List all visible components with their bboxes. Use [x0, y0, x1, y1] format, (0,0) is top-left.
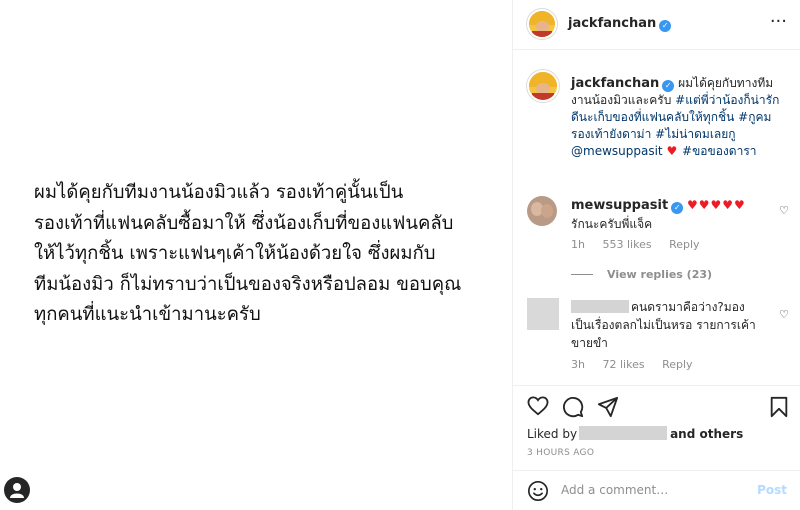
post-timestamp[interactable]: 3 HOURS AGO [527, 448, 594, 458]
post-actions: Liked by and others 3 HOURS AGO [513, 385, 800, 460]
comment-likes[interactable]: 553 likes [602, 238, 651, 251]
post-header: jackfanchan ✓ ··· [513, 0, 800, 50]
tagged-user-button[interactable] [4, 477, 30, 503]
comment-text: mewsuppasit ✓ ♥♥♥♥♥ รักนะครับพี่แจ็ค [571, 196, 771, 233]
comment-meta: 3h 72 likes Reply [571, 358, 707, 371]
view-replies-label[interactable]: View replies (23) [607, 268, 712, 281]
add-comment-bar: Add a comment… Post [513, 470, 800, 510]
comment-item: mewsuppasit ✓ ♥♥♥♥♥ รักนะครับพี่แจ็ค ♡ 1h… [527, 196, 797, 256]
caption-avatar[interactable] [527, 70, 559, 102]
post-text-body: ผมได้คุยกับทีมงานน้องมิวแล้ว รองเท้าคู่น… [34, 182, 462, 325]
heart-icon[interactable] [527, 396, 549, 416]
comment-meta: 1h 553 likes Reply [571, 238, 714, 251]
red-heart-emoji: ♥ [666, 144, 679, 158]
emoji-icon[interactable] [527, 480, 549, 502]
comment-avatar[interactable] [527, 196, 557, 226]
verified-badge-icon: ✓ [659, 20, 672, 32]
verified-badge-icon: ✓ [671, 202, 684, 214]
more-icon[interactable]: ··· [770, 13, 787, 31]
caption-text: jackfanchan ✓ ผมได้คุยกับทางทีมงานน้องมิว… [571, 75, 781, 160]
share-icon[interactable] [597, 396, 619, 418]
liked-by: Liked by and others [527, 426, 743, 441]
caption-username[interactable]: jackfanchan [571, 76, 659, 91]
liked-by-label: Liked by [527, 427, 578, 441]
comment-body: รักนะครับพี่แจ็ค [571, 217, 653, 231]
comment-body-rest: เป็นเรื่องตลกไม่เป็นหรอ รายการเค้าขายขำ [571, 318, 756, 350]
author-avatar[interactable] [527, 9, 557, 39]
author-username[interactable]: jackfanchan ✓ [568, 16, 672, 32]
author-username-text[interactable]: jackfanchan [568, 16, 656, 31]
comment-like-heart-icon[interactable]: ♡ [779, 204, 789, 217]
comment-icon[interactable] [562, 396, 584, 418]
comment-reply-button[interactable]: Reply [669, 238, 699, 251]
post-text: ผมได้คุยกับทีมงานน้องมิวแล้ว รองเท้าคู่น… [34, 178, 494, 331]
comment-time[interactable]: 1h [571, 238, 585, 251]
redacted-liker [579, 426, 668, 440]
and-others-link[interactable]: and others [670, 427, 743, 441]
mention-link[interactable]: @mewsuppasit [571, 144, 663, 158]
comment-reply-button[interactable]: Reply [662, 358, 692, 371]
post-comment-button[interactable]: Post [757, 483, 787, 497]
comment-like-heart-icon[interactable]: ♡ [779, 308, 789, 321]
hashtag-link[interactable]: #ไม่น่าดมเลยกู [655, 127, 735, 141]
comment-username[interactable]: mewsuppasit [571, 198, 668, 213]
comment-body: คนดรามาคือว่าง?มอง [631, 300, 745, 314]
comment-input[interactable]: Add a comment… [561, 483, 668, 497]
view-replies-button[interactable]: View replies (23) [571, 268, 712, 281]
comment-likes[interactable]: 72 likes [602, 358, 644, 371]
bookmark-icon[interactable] [769, 396, 789, 418]
redacted-avatar [527, 298, 559, 330]
verified-badge-icon: ✓ [662, 80, 675, 92]
hashtag-link[interactable]: #ขอของดารา [682, 144, 756, 158]
redacted-username [571, 300, 629, 313]
post-side-panel: jackfanchan ✓ ··· jackfanchan ✓ ผมได้คุยกั… [512, 0, 800, 510]
comment-text: คนดรามาคือว่าง?มอง เป็นเรื่องตลกไม่เป็นห… [571, 298, 771, 352]
comment-item: คนดรามาคือว่าง?มอง เป็นเรื่องตลกไม่เป็นห… [527, 298, 797, 378]
user-icon [10, 483, 24, 498]
comment-time[interactable]: 3h [571, 358, 585, 371]
replies-divider [571, 274, 593, 275]
hearts-emoji: ♥♥♥♥♥ [687, 198, 746, 212]
post-image[interactable]: ผมได้คุยกับทีมงานน้องมิวแล้ว รองเท้าคู่น… [0, 0, 512, 510]
